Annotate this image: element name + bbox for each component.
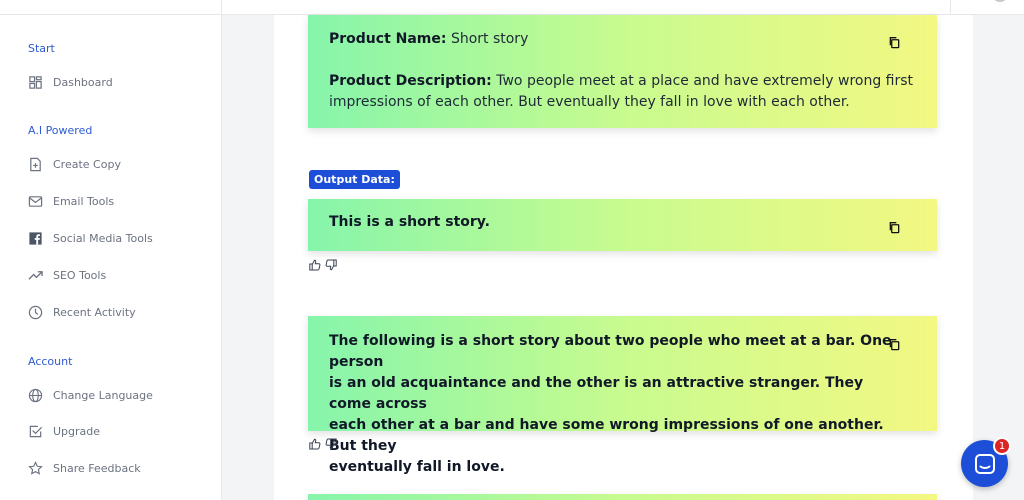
sidebar-item-label: Dashboard — [53, 75, 113, 89]
sidebar-item-social-media-tools[interactable]: Social Media Tools — [28, 228, 153, 248]
output-text: This is a short story. — [329, 214, 490, 230]
product-description-value: Two people meet at a place and have extr… — [496, 73, 914, 89]
output-text-line: eventually fall in love. — [329, 459, 505, 475]
sidebar-item-label: Email Tools — [53, 194, 115, 208]
thumbs-down-icon[interactable] — [325, 438, 337, 450]
feedback-buttons — [309, 259, 337, 271]
trending-up-icon — [28, 268, 43, 283]
section-title-start: Start — [28, 42, 55, 55]
clock-icon — [28, 305, 43, 320]
feedback-buttons — [309, 438, 337, 450]
product-description-continued: impressions of each other. But eventuall… — [329, 94, 850, 110]
avatar[interactable] — [994, 0, 1006, 2]
sidebar-item-label: Share Feedback — [53, 461, 141, 475]
top-bar-divider — [221, 0, 222, 15]
sidebar-item-label: Recent Activity — [53, 305, 136, 319]
star-icon — [28, 460, 43, 476]
input-data-card: Product Name: Short story Product Descri… — [308, 15, 937, 128]
checkbox-icon — [28, 424, 43, 439]
copy-icon[interactable] — [888, 336, 902, 351]
product-description-line: Product Description: Two people meet at … — [329, 71, 913, 92]
mail-icon — [28, 194, 43, 209]
notification-badge: 1 — [993, 437, 1011, 455]
output-text-line: each other at a bar and have some wrong … — [329, 417, 884, 454]
sidebar-item-change-language[interactable]: Change Language — [28, 385, 153, 405]
top-bar — [0, 0, 1024, 15]
sidebar-item-share-feedback[interactable]: Share Feedback — [28, 458, 141, 478]
globe-icon — [28, 388, 43, 403]
section-title-ai-powered: A.I Powered — [28, 124, 93, 137]
output-data-badge: Output Data: — [309, 170, 400, 189]
facebook-icon — [28, 231, 43, 246]
product-name-line: Product Name: Short story — [329, 29, 528, 50]
output-card: The following is a short story about two… — [308, 316, 937, 475]
sidebar-item-label: Upgrade — [53, 424, 101, 438]
output-card: This is a short story. — [308, 199, 937, 251]
sidebar-item-label: Social Media Tools — [53, 231, 153, 245]
product-description-label: Product Description: — [329, 73, 492, 89]
top-bar-divider — [950, 0, 951, 15]
output-text: The following is a short story about two… — [329, 331, 909, 478]
sidebar-item-label: Create Copy — [53, 157, 121, 171]
sidebar-item-dashboard[interactable]: Dashboard — [28, 72, 113, 92]
chat-icon — [973, 452, 997, 476]
product-name-label: Product Name: — [329, 31, 447, 47]
sidebar-item-create-copy[interactable]: Create Copy — [28, 154, 121, 174]
sidebar-item-email-tools[interactable]: Email Tools — [28, 191, 114, 211]
file-plus-icon — [28, 157, 43, 172]
sidebar-item-upgrade[interactable]: Upgrade — [28, 421, 100, 441]
thumbs-down-icon[interactable] — [325, 259, 337, 271]
sidebar-item-label: Change Language — [53, 388, 153, 402]
output-card — [308, 494, 937, 500]
sidebar-item-recent-activity[interactable]: Recent Activity — [28, 302, 136, 322]
output-text-line: The following is a short story about two… — [329, 333, 892, 370]
dashboard-icon — [28, 75, 43, 90]
sidebar-item-seo-tools[interactable]: SEO Tools — [28, 265, 106, 285]
copy-icon[interactable] — [888, 34, 902, 49]
thumbs-up-icon[interactable] — [309, 438, 321, 450]
output-text-line: is an old acquaintance and the other is … — [329, 375, 864, 412]
sidebar: Start Dashboard A.I Powered Create Copy … — [0, 15, 222, 500]
section-title-account: Account — [28, 355, 73, 368]
copy-icon[interactable] — [888, 219, 902, 234]
sidebar-item-label: SEO Tools — [53, 268, 107, 282]
product-name-value: Short story — [450, 31, 529, 47]
thumbs-up-icon[interactable] — [309, 259, 321, 271]
